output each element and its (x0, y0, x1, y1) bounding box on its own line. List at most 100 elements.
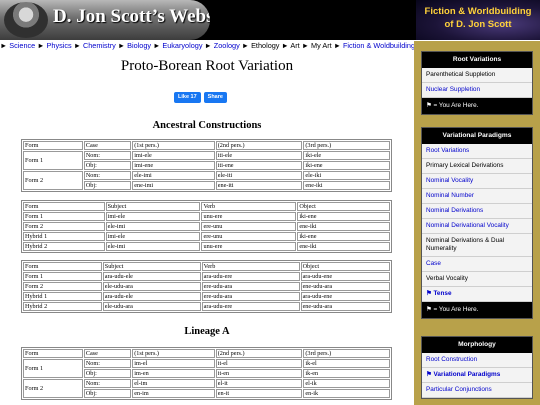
sidebar-link[interactable]: Nominal Derivations (422, 204, 532, 219)
table-cell: it-en (215, 369, 303, 378)
table-cell: unu-ere (201, 242, 297, 251)
table-cell: ele-imi (105, 242, 201, 251)
column-header: Form (23, 349, 83, 358)
column-header: Case (83, 141, 132, 150)
table-cell: ik-en (303, 369, 390, 378)
table-header-row: Form Case (1st pers.) (2nd pers.) (3rd pers.… (23, 349, 390, 358)
table-cell: ene-iki (303, 181, 390, 190)
fiction-banner[interactable]: Fiction & Worldbuilding of D. Jon Scott (416, 0, 540, 40)
table-cell: im-el (132, 359, 215, 368)
table-row: Hybrid 2 ele-imi unu-ere ene-iki (23, 242, 390, 251)
table-cell: im-en (132, 369, 215, 378)
sidebar-link[interactable]: Nuclear Suppletion (422, 83, 532, 98)
sidebar-link[interactable]: Root Construction (422, 353, 532, 368)
breadcrumb-arrow-icon: ► (333, 41, 341, 50)
table-row: Form 2 ele-imi ere-unu ene-iki (23, 222, 390, 231)
table-cell: Hybrid 1 (23, 292, 102, 301)
column-header: (1st pers.) (132, 349, 215, 358)
table-cell: ere-unu (201, 232, 297, 241)
breadcrumb-item[interactable]: Chemistry (83, 41, 116, 50)
table-cell: ere-unu (201, 222, 297, 231)
banner-line-2: of D. Jon Scott (444, 19, 512, 30)
sidebar-link[interactable]: Particular Conjunctions (422, 383, 532, 398)
sidebar-link[interactable]: Root Variations (422, 144, 532, 159)
sidebar-link[interactable]: Nominal Number (422, 189, 532, 204)
table-cell: ele-imi (105, 222, 201, 231)
table-cell: iki-ele (303, 151, 390, 160)
breadcrumb-item[interactable]: Zoology (214, 41, 240, 50)
table-cell: Form 1 (23, 359, 83, 378)
table-cell: Form 1 (23, 151, 83, 170)
main-content: Proto-Borean Root Variation Like 17 Shar… (0, 53, 414, 405)
sidebar-link: Parenthetical Suppletion (422, 68, 532, 83)
you-are-here-note: ⚑ = You Are Here. (422, 98, 532, 114)
table-cell: iki-ene (303, 161, 390, 170)
table-header-row: Form Subject Verb Object (23, 202, 390, 211)
site-logo[interactable]: D. Jon Scott’s Website (0, 0, 210, 40)
breadcrumb-arrow-icon: ► (153, 41, 161, 50)
table-cell: it-el (215, 359, 303, 368)
share-button[interactable]: Share (203, 92, 227, 103)
sidebar-link[interactable]: ⚑ Variational Paradigms (422, 368, 532, 383)
breadcrumb-item[interactable]: Physics (47, 41, 72, 50)
breadcrumb: ► Science ► Physics ► Chemistry ► Biolog… (0, 41, 414, 52)
table-cell: iki-ene (297, 212, 390, 221)
column-header: Form (23, 262, 102, 271)
column-header: (3rd pers.) (303, 349, 390, 358)
table-cell: ele-iki (303, 171, 390, 180)
breadcrumb-item[interactable]: Fiction & Woldbuilding (343, 41, 414, 50)
sidebar-link: Primary Lexical Derivations (422, 159, 532, 174)
breadcrumb-arrow-icon: ► (0, 41, 8, 50)
sidebar-link[interactable]: ⚑ Tense (422, 287, 532, 302)
page-title: Proto-Borean Root Variation (120, 58, 294, 74)
sentence-table: Form Subject Verb Object Form 1 imi-ele unu-er… (21, 200, 392, 253)
table-cell: ara-udu-ene (300, 292, 390, 301)
table-cell: imi-ele (105, 232, 201, 241)
table-cell: iki-ene (297, 232, 390, 241)
column-header: Verb (201, 262, 300, 271)
table-cell: imi-ele (105, 212, 201, 221)
breadcrumb-item[interactable]: Biology (127, 41, 151, 50)
breadcrumb-item[interactable]: Eukaryology (162, 41, 202, 50)
table-cell: Obj: (83, 369, 132, 378)
column-header: (2nd pers.) (215, 349, 303, 358)
breadcrumb-arrow-icon: ► (241, 41, 250, 50)
table-cell: ara-udu-ere (201, 272, 300, 281)
table-cell: Obj: (83, 181, 132, 190)
table-cell: en-it (215, 389, 303, 398)
breadcrumb-item[interactable]: Science (9, 41, 35, 50)
site-name: D. Jon Scott’s Website (53, 6, 210, 27)
table-cell: Form 1 (23, 212, 105, 221)
column-header: Subject (102, 262, 201, 271)
table-cell: Obj: (83, 161, 132, 170)
sidebar-link[interactable]: Nominal Derivational Vocality (422, 219, 532, 234)
table-cell: ele-iti (215, 171, 303, 180)
table-row: Form 1 Nom: im-el it-el ik-el (23, 359, 390, 378)
sidebar-link: Verbal Vocality (422, 272, 532, 287)
table-cell: unu-ere (201, 212, 297, 221)
sidebar-link[interactable]: Nominal Vocality (422, 174, 532, 189)
table-cell: el-ik (303, 379, 390, 388)
table-cell: ene-iti (215, 181, 303, 190)
column-header: Case (83, 349, 132, 358)
table-cell: Obj: (83, 389, 132, 398)
table-cell: ene-imi (132, 181, 215, 190)
table-row: Form 1 ara-udu-ele ara-udu-ere ara-udu-ene (23, 272, 390, 281)
table-cell: Hybrid 1 (23, 232, 105, 241)
column-header: (1st pers.) (132, 141, 215, 150)
section-heading: Ancestral Constructions (152, 120, 262, 131)
table-cell: ene-udu-ara (300, 282, 390, 291)
sidebar-box-root-variations: Root Variations Parenthetical Suppletion N… (421, 51, 533, 115)
table-cell: imi-ene (132, 161, 215, 170)
like-button[interactable]: Like 17 (174, 92, 201, 103)
table-cell: ele-imi (132, 171, 215, 180)
column-header: (3rd pers.) (303, 141, 390, 150)
table-cell: ere-udu-ara (201, 292, 300, 301)
sidebar-box-title: Morphology (422, 337, 532, 353)
table-cell: Form 2 (23, 379, 83, 398)
sidebar-link[interactable]: Case (422, 257, 532, 272)
page: D. Jon Scott’s Website Fiction & Worldbu… (0, 0, 540, 405)
column-header: Object (300, 262, 390, 271)
table-cell: Nom: (83, 151, 132, 160)
breadcrumb-arrow-icon: ► (301, 41, 309, 50)
